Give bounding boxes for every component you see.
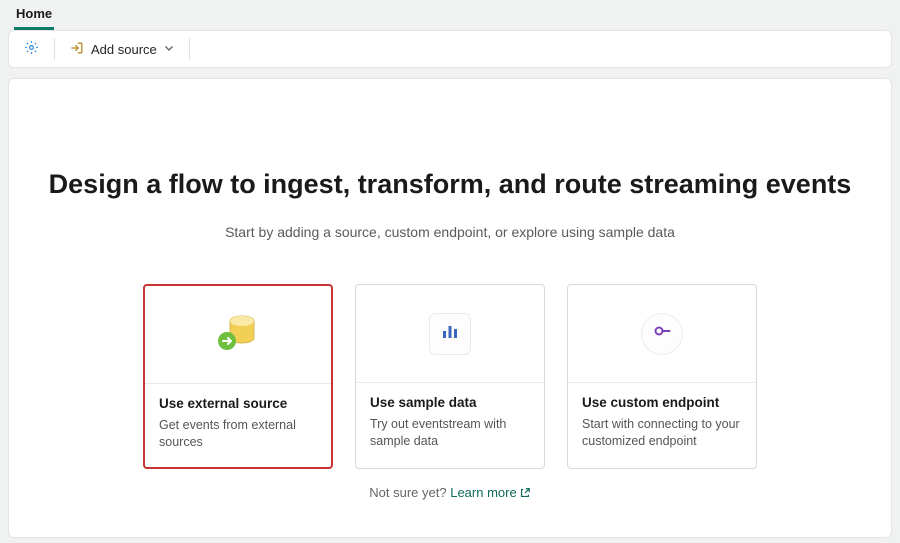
- add-source-label: Add source: [91, 42, 157, 57]
- toolbar: Add source: [8, 30, 892, 68]
- add-source-icon: [69, 40, 85, 59]
- card-title: Use sample data: [370, 395, 530, 410]
- chevron-down-icon: [163, 42, 175, 57]
- settings-button[interactable]: [17, 35, 46, 63]
- option-cards: Use external source Get events from exte…: [9, 284, 891, 469]
- card-sample-data[interactable]: Use sample data Try out eventstream with…: [355, 284, 545, 469]
- page-subtitle: Start by adding a source, custom endpoin…: [9, 224, 891, 240]
- card-custom-endpoint[interactable]: Use custom endpoint Start with connectin…: [567, 284, 757, 469]
- card-external-source[interactable]: Use external source Get events from exte…: [143, 284, 333, 469]
- page-title: Design a flow to ingest, transform, and …: [9, 169, 891, 200]
- card-description: Get events from external sources: [159, 417, 317, 451]
- learn-more-link[interactable]: Learn more: [450, 485, 530, 500]
- gear-icon: [23, 39, 40, 59]
- tabs-bar: Home: [0, 0, 900, 30]
- toolbar-separator: [54, 38, 55, 60]
- learn-more-row: Not sure yet? Learn more: [9, 485, 891, 500]
- bar-chart-icon: [439, 320, 461, 347]
- external-link-icon: [517, 485, 531, 500]
- toolbar-separator: [189, 38, 190, 60]
- card-title: Use custom endpoint: [582, 395, 742, 410]
- learn-prefix: Not sure yet?: [369, 485, 450, 500]
- add-source-button[interactable]: Add source: [63, 35, 181, 63]
- card-description: Start with connecting to your customized…: [582, 416, 742, 450]
- card-title: Use external source: [159, 396, 317, 411]
- tab-home[interactable]: Home: [14, 0, 54, 30]
- external-source-icon: [212, 308, 264, 361]
- endpoint-icon: [651, 320, 673, 347]
- card-description: Try out eventstream with sample data: [370, 416, 530, 450]
- canvas-empty-state: Design a flow to ingest, transform, and …: [8, 78, 892, 538]
